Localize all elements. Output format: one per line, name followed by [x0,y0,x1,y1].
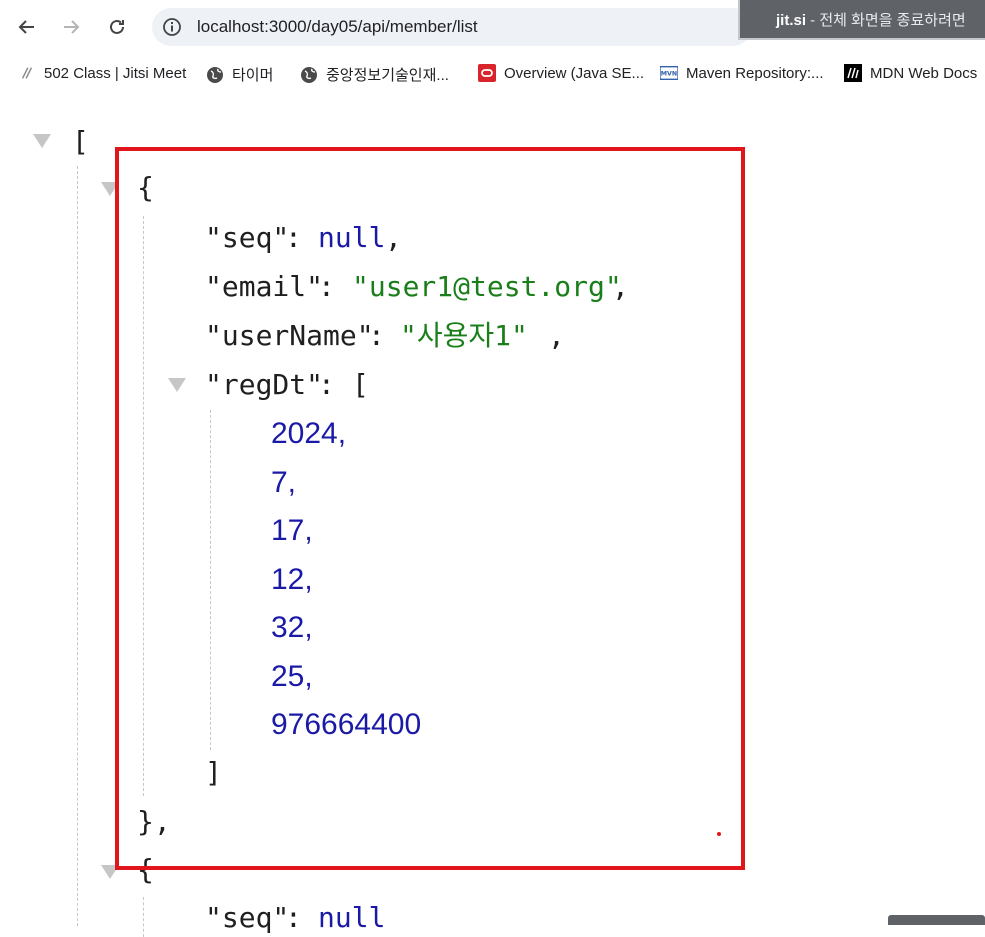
bookmark-mdn[interactable]: MDN Web Docs [844,64,977,82]
bookmark-label: 중앙정보기술인재... [326,67,449,84]
bookmark-label: Maven Repository:... [686,64,824,82]
jitsi-icon [18,64,36,82]
corner-popup-tab[interactable] [888,915,985,925]
bookmark-jungang[interactable]: 중앙정보기술인재... [300,64,449,85]
svg-text:MVN: MVN [661,71,677,78]
bookmark-timer[interactable]: 타이머 [206,64,273,85]
bookmark-java-overview[interactable]: Overview (Java SE... [478,64,644,82]
seq-value: null [318,901,386,934]
arrow-left-icon [18,20,34,34]
bookmark-label: Overview (Java SE... [504,64,645,82]
share-banner-text: - 전체 화면을 종료하려면 [806,12,966,29]
globe-icon [300,66,318,84]
forward-button[interactable] [54,10,88,44]
reload-button[interactable] [100,10,134,44]
bookmark-maven[interactable]: MVN Maven Repository:... [660,64,824,82]
url-text: localhost:3000/day05/api/member/list [197,17,478,36]
arrow-right-icon [64,20,80,34]
array-indent-guide [77,166,78,926]
colon: : [285,901,302,934]
bookmarks-bar: 502 Class | Jitsi Meet 타이머 중앙정보기술인재... O… [0,56,985,92]
bookmark-label: 502 Class | Jitsi Meet [44,64,187,82]
red-highlight-box [115,147,745,870]
site-info-icon[interactable] [162,17,182,37]
oracle-icon [478,64,496,82]
address-bar[interactable]: localhost:3000/day05/api/member/list [152,8,752,46]
bookmark-label: 타이머 [232,67,274,84]
array-open-bracket: [ [72,125,89,158]
red-dot [717,832,721,836]
globe-icon [206,66,224,84]
screen-share-banner[interactable]: jit.si - 전체 화면을 종료하려면 [738,0,985,40]
object-indent-guide [143,897,144,937]
bookmark-label: MDN Web Docs [870,64,978,82]
bookmark-jitsi[interactable]: 502 Class | Jitsi Meet [18,64,186,82]
collapse-array-toggle[interactable] [33,134,51,148]
json-viewer: [ { "seq" : null , "email" : "user1@test… [0,92,985,937]
seq-key: "seq" [205,901,290,934]
reload-icon [110,19,124,34]
back-button[interactable] [10,10,44,44]
share-banner-app: jit.si [776,12,807,29]
maven-icon: MVN [660,64,678,82]
mdn-icon [844,64,862,82]
browser-toolbar: localhost:3000/day05/api/member/list jit… [0,0,985,56]
